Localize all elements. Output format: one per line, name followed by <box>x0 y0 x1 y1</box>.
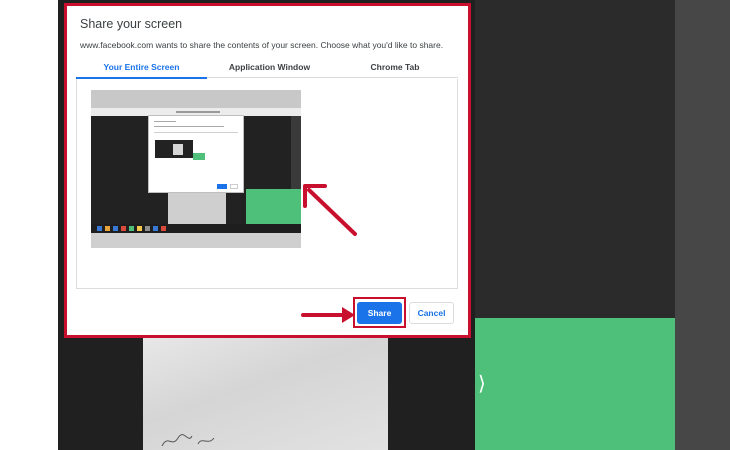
tab-application-window[interactable]: Application Window <box>207 62 332 72</box>
thumb-bottom-strip <box>91 233 301 248</box>
thumb-dialog <box>148 115 244 193</box>
thumb-taskbar <box>91 224 301 233</box>
share-button[interactable]: Share <box>357 302 402 324</box>
paper-scribble <box>161 434 215 447</box>
red-arrow-icon <box>303 184 357 236</box>
thumb-green-tile <box>246 189 301 224</box>
screen-picker-area <box>76 79 458 289</box>
green-video-tile <box>475 318 675 450</box>
right-gutter <box>675 0 730 450</box>
cancel-button[interactable]: Cancel <box>409 302 454 324</box>
dialog-description: www.facebook.com wants to share the cont… <box>80 40 444 50</box>
dialog-title: Share your screen <box>80 17 183 31</box>
thumb-paper <box>168 191 226 224</box>
red-arrow-icon <box>301 307 355 323</box>
next-icon[interactable]: ⟩ <box>478 372 488 396</box>
tab-chrome-tab[interactable]: Chrome Tab <box>332 62 458 72</box>
share-screen-dialog: Share your screen www.facebook.com wants… <box>67 6 468 335</box>
thumb-dialog-preview <box>155 138 205 168</box>
thumb-share-button <box>217 184 227 189</box>
dark-panel <box>475 0 675 318</box>
tab-entire-screen[interactable]: Your Entire Screen <box>76 62 207 72</box>
screen-thumbnail[interactable] <box>91 90 301 248</box>
dialog-highlight-frame: Share your screen www.facebook.com wants… <box>64 3 471 338</box>
source-tabs: Your Entire Screen Application Window Ch… <box>76 58 458 79</box>
thumb-cancel-button <box>230 184 238 189</box>
